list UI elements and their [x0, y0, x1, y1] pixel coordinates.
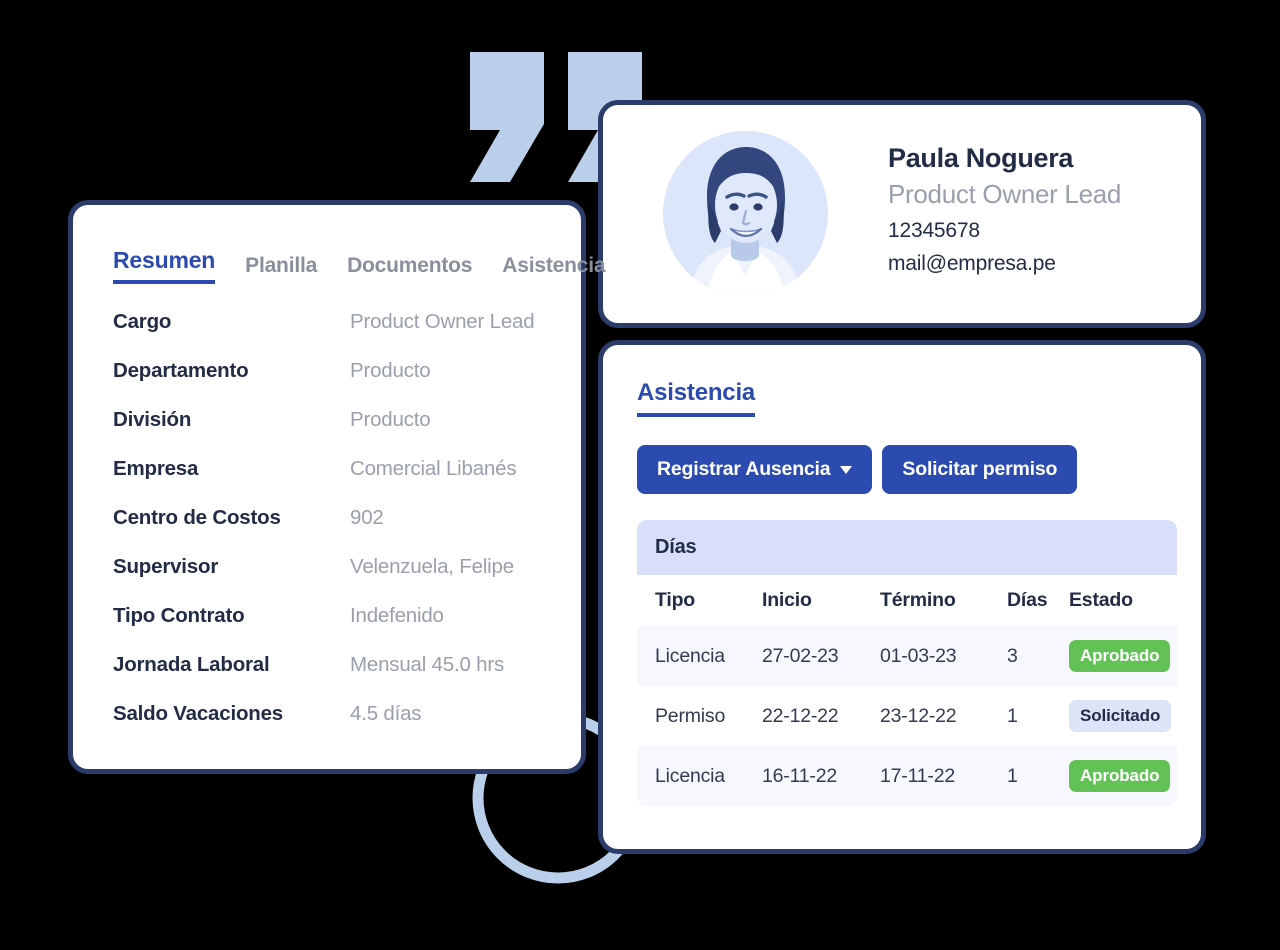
field-value: Product Owner Lead	[350, 310, 535, 333]
field-label: Cargo	[113, 310, 172, 333]
cell-estado: Solicitado	[1069, 686, 1177, 746]
status-badge: Aprobado	[1069, 760, 1171, 792]
cell-tipo: Permiso	[637, 686, 762, 746]
field-label: Saldo Vacaciones	[113, 702, 283, 725]
employee-email: mail@empresa.pe	[888, 252, 1056, 276]
field-value: Producto	[350, 359, 431, 382]
cell-termino: 23-12-22	[880, 686, 1007, 746]
status-badge: Aprobado	[1069, 640, 1171, 672]
table-row[interactable]: Licencia 27-02-23 01-03-23 3 Aprobado	[637, 626, 1177, 686]
employee-profile-card: Paula Noguera Product Owner Lead 1234567…	[598, 100, 1206, 328]
cell-estado: Aprobado	[1069, 626, 1177, 686]
employee-role: Product Owner Lead	[888, 178, 1122, 209]
field-label: Supervisor	[113, 555, 219, 578]
field-value: Producto	[350, 408, 431, 431]
attendance-title: Asistencia	[637, 379, 755, 417]
cell-termino: 17-11-22	[880, 746, 1007, 806]
field-value: Velenzuela, Felipe	[350, 555, 514, 578]
tab-asistencia[interactable]: Asistencia	[502, 254, 605, 284]
field-label: Jornada Laboral	[113, 653, 270, 676]
cell-inicio: 22-12-22	[762, 686, 880, 746]
field-value: 902	[350, 506, 384, 529]
field-label: División	[113, 408, 192, 431]
solicitar-permiso-label: Solicitar permiso	[902, 458, 1058, 480]
field-value: Indefenido	[350, 604, 444, 627]
summary-row: Supervisor Velenzuela, Felipe	[113, 555, 581, 604]
column-header-dias: Días	[1007, 575, 1069, 626]
summary-field-list: Cargo Product Owner Lead Departamento Pr…	[73, 284, 581, 751]
summary-row: Cargo Product Owner Lead	[113, 310, 581, 359]
days-table-container: Días Tipo Inicio Término Días Estado Lic…	[637, 520, 1177, 806]
employee-document-id: 12345678	[888, 218, 980, 242]
cell-tipo: Licencia	[637, 746, 762, 806]
cell-dias: 1	[1007, 686, 1069, 746]
summary-row: Jornada Laboral Mensual 45.0 hrs	[113, 653, 581, 702]
cell-estado: Aprobado	[1069, 746, 1177, 806]
days-table-band-title: Días	[637, 520, 1177, 575]
summary-row: Centro de Costos 902	[113, 506, 581, 555]
field-label: Empresa	[113, 457, 199, 480]
cell-dias: 1	[1007, 746, 1069, 806]
column-header-termino: Término	[880, 575, 1007, 626]
column-header-inicio: Inicio	[762, 575, 880, 626]
solicitar-permiso-button[interactable]: Solicitar permiso	[882, 445, 1078, 494]
cell-inicio: 27-02-23	[762, 626, 880, 686]
table-header-row: Tipo Inicio Término Días Estado	[637, 575, 1177, 626]
summary-row: Saldo Vacaciones 4.5 días	[113, 702, 581, 751]
status-badge: Solicitado	[1069, 700, 1172, 732]
employee-name: Paula Noguera	[888, 143, 1074, 174]
registrar-ausencia-button[interactable]: Registrar Ausencia	[637, 445, 873, 494]
table-row[interactable]: Permiso 22-12-22 23-12-22 1 Solicitado	[637, 686, 1177, 746]
field-value: Mensual 45.0 hrs	[350, 653, 505, 676]
summary-row: Tipo Contrato Indefenido	[113, 604, 581, 653]
chevron-down-icon	[840, 465, 853, 474]
field-value: Comercial Libanés	[350, 457, 517, 480]
table-row[interactable]: Licencia 16-11-22 17-11-22 1 Aprobado	[637, 746, 1177, 806]
days-table: Tipo Inicio Término Días Estado Licencia…	[637, 575, 1177, 806]
tab-planilla[interactable]: Planilla	[245, 254, 317, 284]
field-label: Centro de Costos	[113, 506, 281, 529]
summary-row: División Producto	[113, 408, 581, 457]
cell-dias: 3	[1007, 626, 1069, 686]
screenshot-stage: Resumen Planilla Documentos Asistencia C…	[0, 0, 1280, 950]
avatar	[663, 131, 828, 296]
employee-summary-card: Resumen Planilla Documentos Asistencia C…	[68, 200, 606, 774]
summary-tabs: Resumen Planilla Documentos Asistencia	[73, 205, 606, 284]
field-value: 4.5 días	[350, 702, 422, 725]
cell-tipo: Licencia	[637, 626, 762, 686]
attendance-actions: Registrar Ausencia Solicitar permiso	[637, 445, 1201, 494]
registrar-ausencia-label: Registrar Ausencia	[657, 458, 831, 480]
tab-documentos[interactable]: Documentos	[347, 254, 472, 284]
column-header-estado: Estado	[1069, 575, 1177, 626]
cell-termino: 01-03-23	[880, 626, 1007, 686]
field-label: Departamento	[113, 359, 249, 382]
summary-row: Departamento Producto	[113, 359, 581, 408]
summary-row: Empresa Comercial Libanés	[113, 457, 581, 506]
attendance-card: Asistencia Registrar Ausencia Solicitar …	[598, 340, 1206, 854]
tab-resumen[interactable]: Resumen	[113, 247, 215, 284]
field-label: Tipo Contrato	[113, 604, 245, 627]
cell-inicio: 16-11-22	[762, 746, 880, 806]
column-header-tipo: Tipo	[637, 575, 762, 626]
